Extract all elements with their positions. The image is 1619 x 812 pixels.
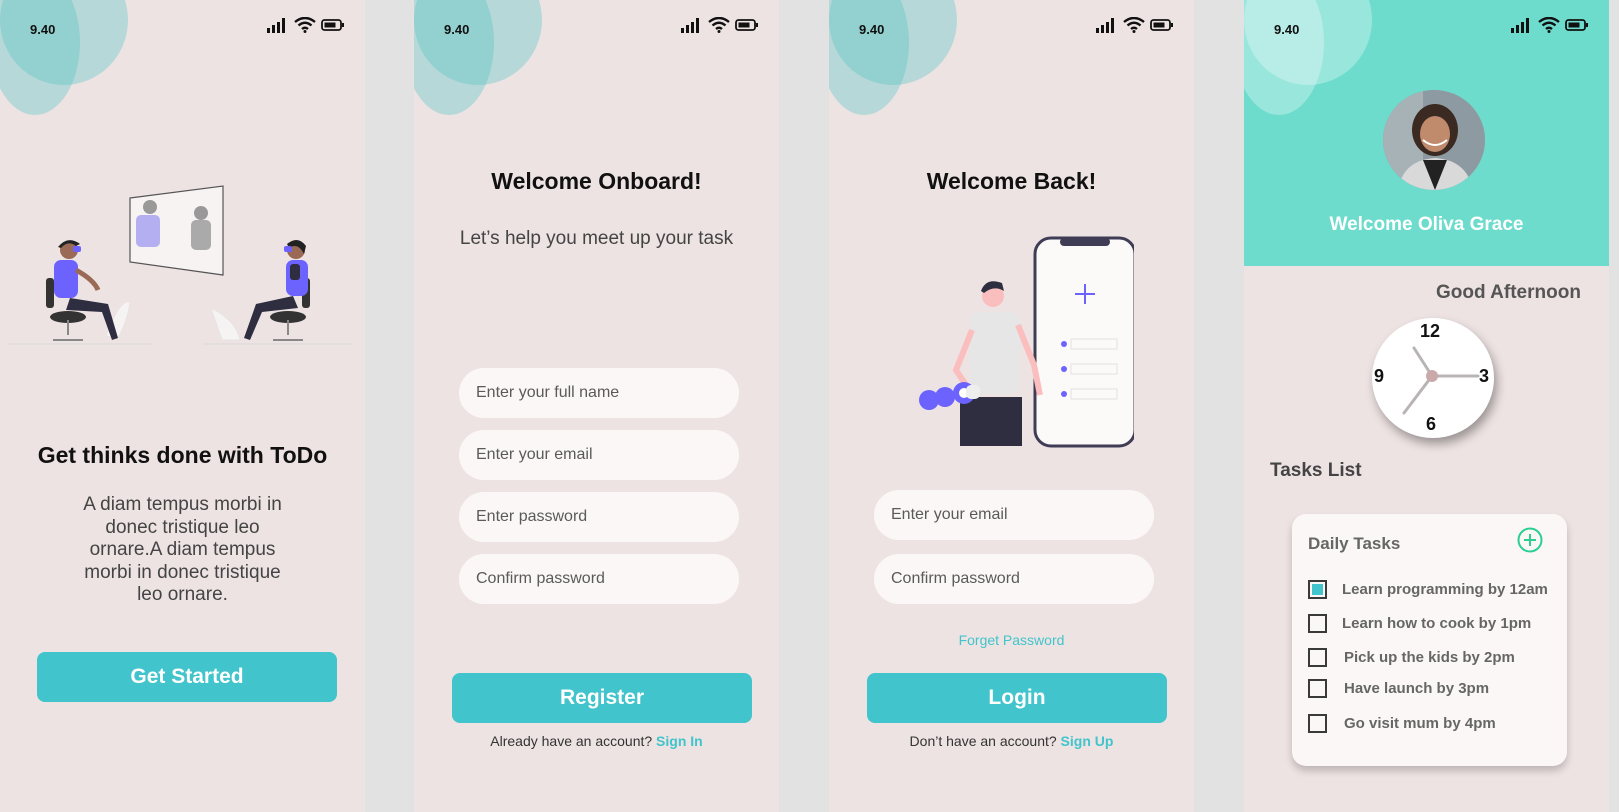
wifi-icon — [708, 17, 730, 33]
task-label: Have launch by 3pm — [1344, 680, 1490, 697]
sign-up-link[interactable]: Sign Up — [1061, 733, 1114, 749]
video-meeting-illustration — [8, 185, 353, 345]
signin-prompt: Already have an account? Sign In — [414, 733, 779, 749]
password-field[interactable] — [459, 492, 739, 542]
signin-prompt-text: Already have an account? — [490, 733, 653, 749]
status-bar: 9.40 — [0, 0, 365, 56]
get-started-button[interactable]: Get Started — [37, 652, 337, 702]
login-screen: 9.40 Welcome Back! Forget Password Login… — [829, 0, 1194, 812]
forget-password-link[interactable]: Forget Password — [829, 632, 1194, 648]
battery-icon — [1150, 19, 1173, 31]
onboarding-screen: 9.40 Get thinks done with ToDo A diam te… — [0, 0, 365, 812]
status-bar: 9.40 — [414, 0, 779, 56]
signal-icon — [1096, 18, 1114, 33]
register-subtitle: Let’s help you meet up your task — [459, 228, 734, 249]
sign-in-link[interactable]: Sign In — [656, 733, 703, 749]
battery-icon — [321, 19, 344, 31]
wifi-icon — [1538, 17, 1560, 33]
task-label: Pick up the kids by 2pm — [1344, 649, 1515, 666]
task-checkbox[interactable] — [1308, 679, 1327, 698]
daily-tasks-title: Daily Tasks — [1308, 534, 1401, 553]
add-task-icon[interactable] — [1517, 527, 1543, 553]
onboarding-title: Get thinks done with ToDo — [37, 442, 328, 468]
tasks-list-title: Tasks List — [1270, 460, 1362, 481]
task-item[interactable]: Have launch by 3pm — [1308, 679, 1489, 698]
task-label: Learn how to cook by 1pm — [1342, 615, 1532, 632]
wifi-icon — [1123, 17, 1145, 33]
task-checkbox[interactable] — [1308, 714, 1327, 733]
task-label: Go visit mum by 4pm — [1344, 715, 1496, 732]
phone-login-illustration — [919, 236, 1134, 448]
signal-icon — [681, 18, 699, 33]
profile-photo — [1383, 90, 1485, 190]
register-screen: 9.40 Welcome Onboard! Let’s help you mee… — [414, 0, 779, 812]
status-time: 9.40 — [1274, 22, 1300, 37]
greeting-text: Good Afternoon — [1436, 282, 1581, 303]
task-checkbox[interactable] — [1308, 648, 1327, 667]
battery-icon — [1565, 19, 1588, 31]
email-field[interactable] — [459, 430, 739, 480]
task-checkbox-checked[interactable] — [1308, 580, 1327, 599]
wifi-icon — [294, 17, 316, 33]
daily-tasks-card: Daily Tasks Learn programming by 12am Le… — [1292, 514, 1567, 766]
welcome-message: Welcome Oliva Grace — [1329, 214, 1524, 235]
task-item[interactable]: Learn programming by 12am — [1308, 580, 1548, 599]
signal-icon — [1511, 18, 1529, 33]
task-label: Learn programming by 12am — [1342, 581, 1548, 598]
signal-icon — [267, 18, 285, 33]
status-time: 9.40 — [444, 22, 470, 37]
onboarding-description: A diam tempus morbi in donec tristique l… — [83, 494, 282, 605]
task-checkbox[interactable] — [1308, 614, 1327, 633]
clock-hands — [1402, 346, 1480, 415]
email-field[interactable] — [874, 490, 1154, 540]
signup-prompt: Don’t have an account? Sign Up — [829, 733, 1194, 749]
avatar[interactable] — [1383, 90, 1485, 190]
register-title: Welcome Onboard! — [491, 168, 702, 194]
status-bar: 9.40 — [829, 0, 1194, 56]
task-item[interactable]: Go visit mum by 4pm — [1308, 714, 1496, 733]
status-time: 9.40 — [859, 22, 885, 37]
login-title: Welcome Back! — [926, 168, 1097, 194]
full-name-field[interactable] — [459, 368, 739, 418]
register-button[interactable]: Register — [452, 673, 752, 723]
dashboard-screen: Welcome Oliva Grace 9.40 Good Afternoon … — [1244, 0, 1609, 812]
battery-icon — [735, 19, 758, 31]
task-item[interactable]: Pick up the kids by 2pm — [1308, 648, 1515, 667]
confirm-password-field[interactable] — [874, 554, 1154, 604]
confirm-password-field[interactable] — [459, 554, 739, 604]
analog-clock: 12 3 6 9 — [1372, 318, 1494, 438]
status-bar: 9.40 — [1244, 0, 1609, 56]
task-item[interactable]: Learn how to cook by 1pm — [1308, 614, 1531, 633]
signup-prompt-text: Don’t have an account? — [909, 733, 1057, 749]
login-button[interactable]: Login — [867, 673, 1167, 723]
status-time: 9.40 — [30, 22, 56, 37]
